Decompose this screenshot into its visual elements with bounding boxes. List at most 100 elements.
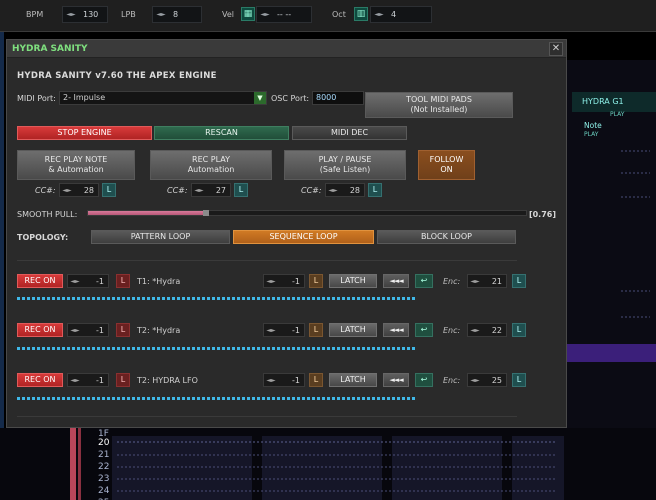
keyboard-icon[interactable]: ▥ <box>354 7 368 21</box>
slider-handle[interactable] <box>203 210 210 216</box>
block-loop-button[interactable]: BLOCK LOOP <box>377 230 516 244</box>
spinner-arrows-icon[interactable]: ◄► <box>192 187 206 194</box>
latch-button[interactable]: LATCH <box>329 323 377 337</box>
midi-port-select[interactable]: 2- Impulse ▼ <box>59 91 267 105</box>
velocity-grid-icon[interactable]: ▦ <box>241 7 255 21</box>
track-value-spinner[interactable]: ◄► -1 <box>263 373 305 387</box>
line-number: 24 <box>98 486 110 496</box>
spinner-arrows-icon[interactable]: ◄► <box>264 377 278 384</box>
track-offset-spinner[interactable]: ◄► -1 <box>67 274 109 288</box>
learn-button[interactable]: L <box>116 323 130 337</box>
cc-spinner[interactable]: ◄► 28 <box>59 183 99 197</box>
enc-label: Enc: <box>443 277 461 286</box>
cc-spinner[interactable]: ◄► 27 <box>191 183 231 197</box>
rec-on-button[interactable]: REC ON <box>17 274 63 288</box>
play-pause-button[interactable]: PLAY / PAUSE (Safe Listen) <box>284 150 406 180</box>
encoder-spinner[interactable]: ◄► 25 <box>467 373 507 387</box>
learn-button[interactable]: L <box>309 323 323 337</box>
oct-spinner[interactable]: ◄► 4 <box>370 6 432 23</box>
line-number: 23 <box>98 474 110 484</box>
bpm-spinner[interactable]: ◄► 130 <box>62 6 108 23</box>
cc-label: CC#: <box>35 186 56 195</box>
learn-button[interactable]: L <box>512 274 526 288</box>
learn-button[interactable]: L <box>368 183 382 197</box>
close-icon[interactable]: ✕ <box>549 42 563 56</box>
return-icon[interactable]: ↩ <box>415 274 433 288</box>
track-offset-spinner[interactable]: ◄► -1 <box>67 373 109 387</box>
learn-button[interactable]: L <box>116 373 130 387</box>
spinner-arrows-icon[interactable]: ◄► <box>371 11 387 18</box>
spinner-arrows-icon[interactable]: ◄► <box>264 327 278 334</box>
smooth-pull-value: [0.76] <box>528 210 556 219</box>
spinner-arrows-icon[interactable]: ◄► <box>153 11 169 18</box>
learn-button[interactable]: L <box>234 183 248 197</box>
osc-port-field[interactable]: 8000 <box>312 91 364 105</box>
chevron-down-icon[interactable]: ▼ <box>254 92 266 104</box>
osc-port-label: OSC Port: <box>271 94 310 103</box>
rewind-icon[interactable]: ◄◄◄ <box>383 274 409 288</box>
rewind-icon[interactable]: ◄◄◄ <box>383 323 409 337</box>
rec-play-automation-button[interactable]: REC PLAY Automation <box>150 150 272 180</box>
sequence-loop-button[interactable]: SEQUENCE LOOP <box>233 230 374 244</box>
topology-label: TOPOLOGY: <box>17 233 69 242</box>
vel-spinner[interactable]: ◄► -- -- <box>256 6 312 23</box>
divider <box>17 260 517 261</box>
rec-on-button[interactable]: REC ON <box>17 373 63 387</box>
track-value-spinner[interactable]: ◄► -1 <box>263 323 305 337</box>
spinner-arrows-icon[interactable]: ◄► <box>68 327 82 334</box>
midi-port-value: 2- Impulse <box>63 93 106 102</box>
learn-button[interactable]: L <box>102 183 116 197</box>
tool-midi-pads-button[interactable]: TOOL MIDI PADS (Not Installed) <box>365 92 513 118</box>
spinner-arrows-icon[interactable]: ◄► <box>468 377 482 384</box>
spinner-arrows-icon[interactable]: ◄► <box>63 11 79 18</box>
cc-label: CC#: <box>301 186 322 195</box>
spinner-arrows-icon[interactable]: ◄► <box>468 278 482 285</box>
cc-spinner[interactable]: ◄► 28 <box>325 183 365 197</box>
return-icon[interactable]: ↩ <box>415 323 433 337</box>
learn-button[interactable]: L <box>309 274 323 288</box>
latch-button[interactable]: LATCH <box>329 274 377 288</box>
midi-port-label: MIDI Port: <box>17 94 56 103</box>
cc-label: CC#: <box>167 186 188 195</box>
vel-label: Vel <box>222 10 234 19</box>
hydra-sanity-dialog: HYDRA SANITY ✕ HYDRA SANITY v7.60 THE AP… <box>6 39 567 428</box>
dialog-title: HYDRA SANITY <box>12 44 88 54</box>
rescan-button[interactable]: RESCAN <box>154 126 289 140</box>
top-transport-bar: BPM ◄► 130 LPB ◄► 8 Vel ▦ ◄► -- -- Oct ▥… <box>0 0 656 32</box>
spinner-arrows-icon[interactable]: ◄► <box>468 327 482 334</box>
track-value-spinner[interactable]: ◄► -1 <box>263 274 305 288</box>
encoder-spinner[interactable]: ◄► 21 <box>467 274 507 288</box>
rec-on-button[interactable]: REC ON <box>17 323 63 337</box>
encoder-spinner[interactable]: ◄► 22 <box>467 323 507 337</box>
learn-button[interactable]: L <box>512 323 526 337</box>
learn-button[interactable]: L <box>512 373 526 387</box>
dialog-titlebar[interactable]: HYDRA SANITY ✕ <box>7 40 566 58</box>
track-offset-spinner[interactable]: ◄► -1 <box>67 323 109 337</box>
spinner-arrows-icon[interactable]: ◄► <box>60 187 74 194</box>
spinner-arrows-icon[interactable]: ◄► <box>326 187 340 194</box>
sequence-lane <box>17 347 417 350</box>
spinner-arrows-icon[interactable]: ◄► <box>68 377 82 384</box>
line-number: 22 <box>98 462 110 472</box>
follow-on-button[interactable]: FOLLOW ON <box>418 150 475 180</box>
sequence-lane <box>17 397 417 400</box>
latch-button[interactable]: LATCH <box>329 373 377 387</box>
spinner-arrows-icon[interactable]: ◄► <box>264 278 278 285</box>
oct-label: Oct <box>332 10 346 19</box>
spinner-arrows-icon[interactable]: ◄► <box>257 11 273 18</box>
spinner-arrows-icon[interactable]: ◄► <box>68 278 82 285</box>
engine-heading: HYDRA SANITY v7.60 THE APEX ENGINE <box>17 71 217 81</box>
stop-engine-button[interactable]: STOP ENGINE <box>17 126 152 140</box>
midi-dec-button[interactable]: MIDI DEC <box>292 126 407 140</box>
return-icon[interactable]: ↩ <box>415 373 433 387</box>
divider <box>17 416 517 417</box>
lpb-spinner[interactable]: ◄► 8 <box>152 6 202 23</box>
pattern-loop-button[interactable]: PATTERN LOOP <box>91 230 230 244</box>
selected-row-highlight <box>566 344 656 362</box>
smooth-pull-slider[interactable] <box>87 210 527 216</box>
learn-button[interactable]: L <box>309 373 323 387</box>
rec-play-note-button[interactable]: REC PLAY NOTE & Automation <box>17 150 135 180</box>
rewind-icon[interactable]: ◄◄◄ <box>383 373 409 387</box>
enc-label: Enc: <box>443 326 461 335</box>
learn-button[interactable]: L <box>116 274 130 288</box>
